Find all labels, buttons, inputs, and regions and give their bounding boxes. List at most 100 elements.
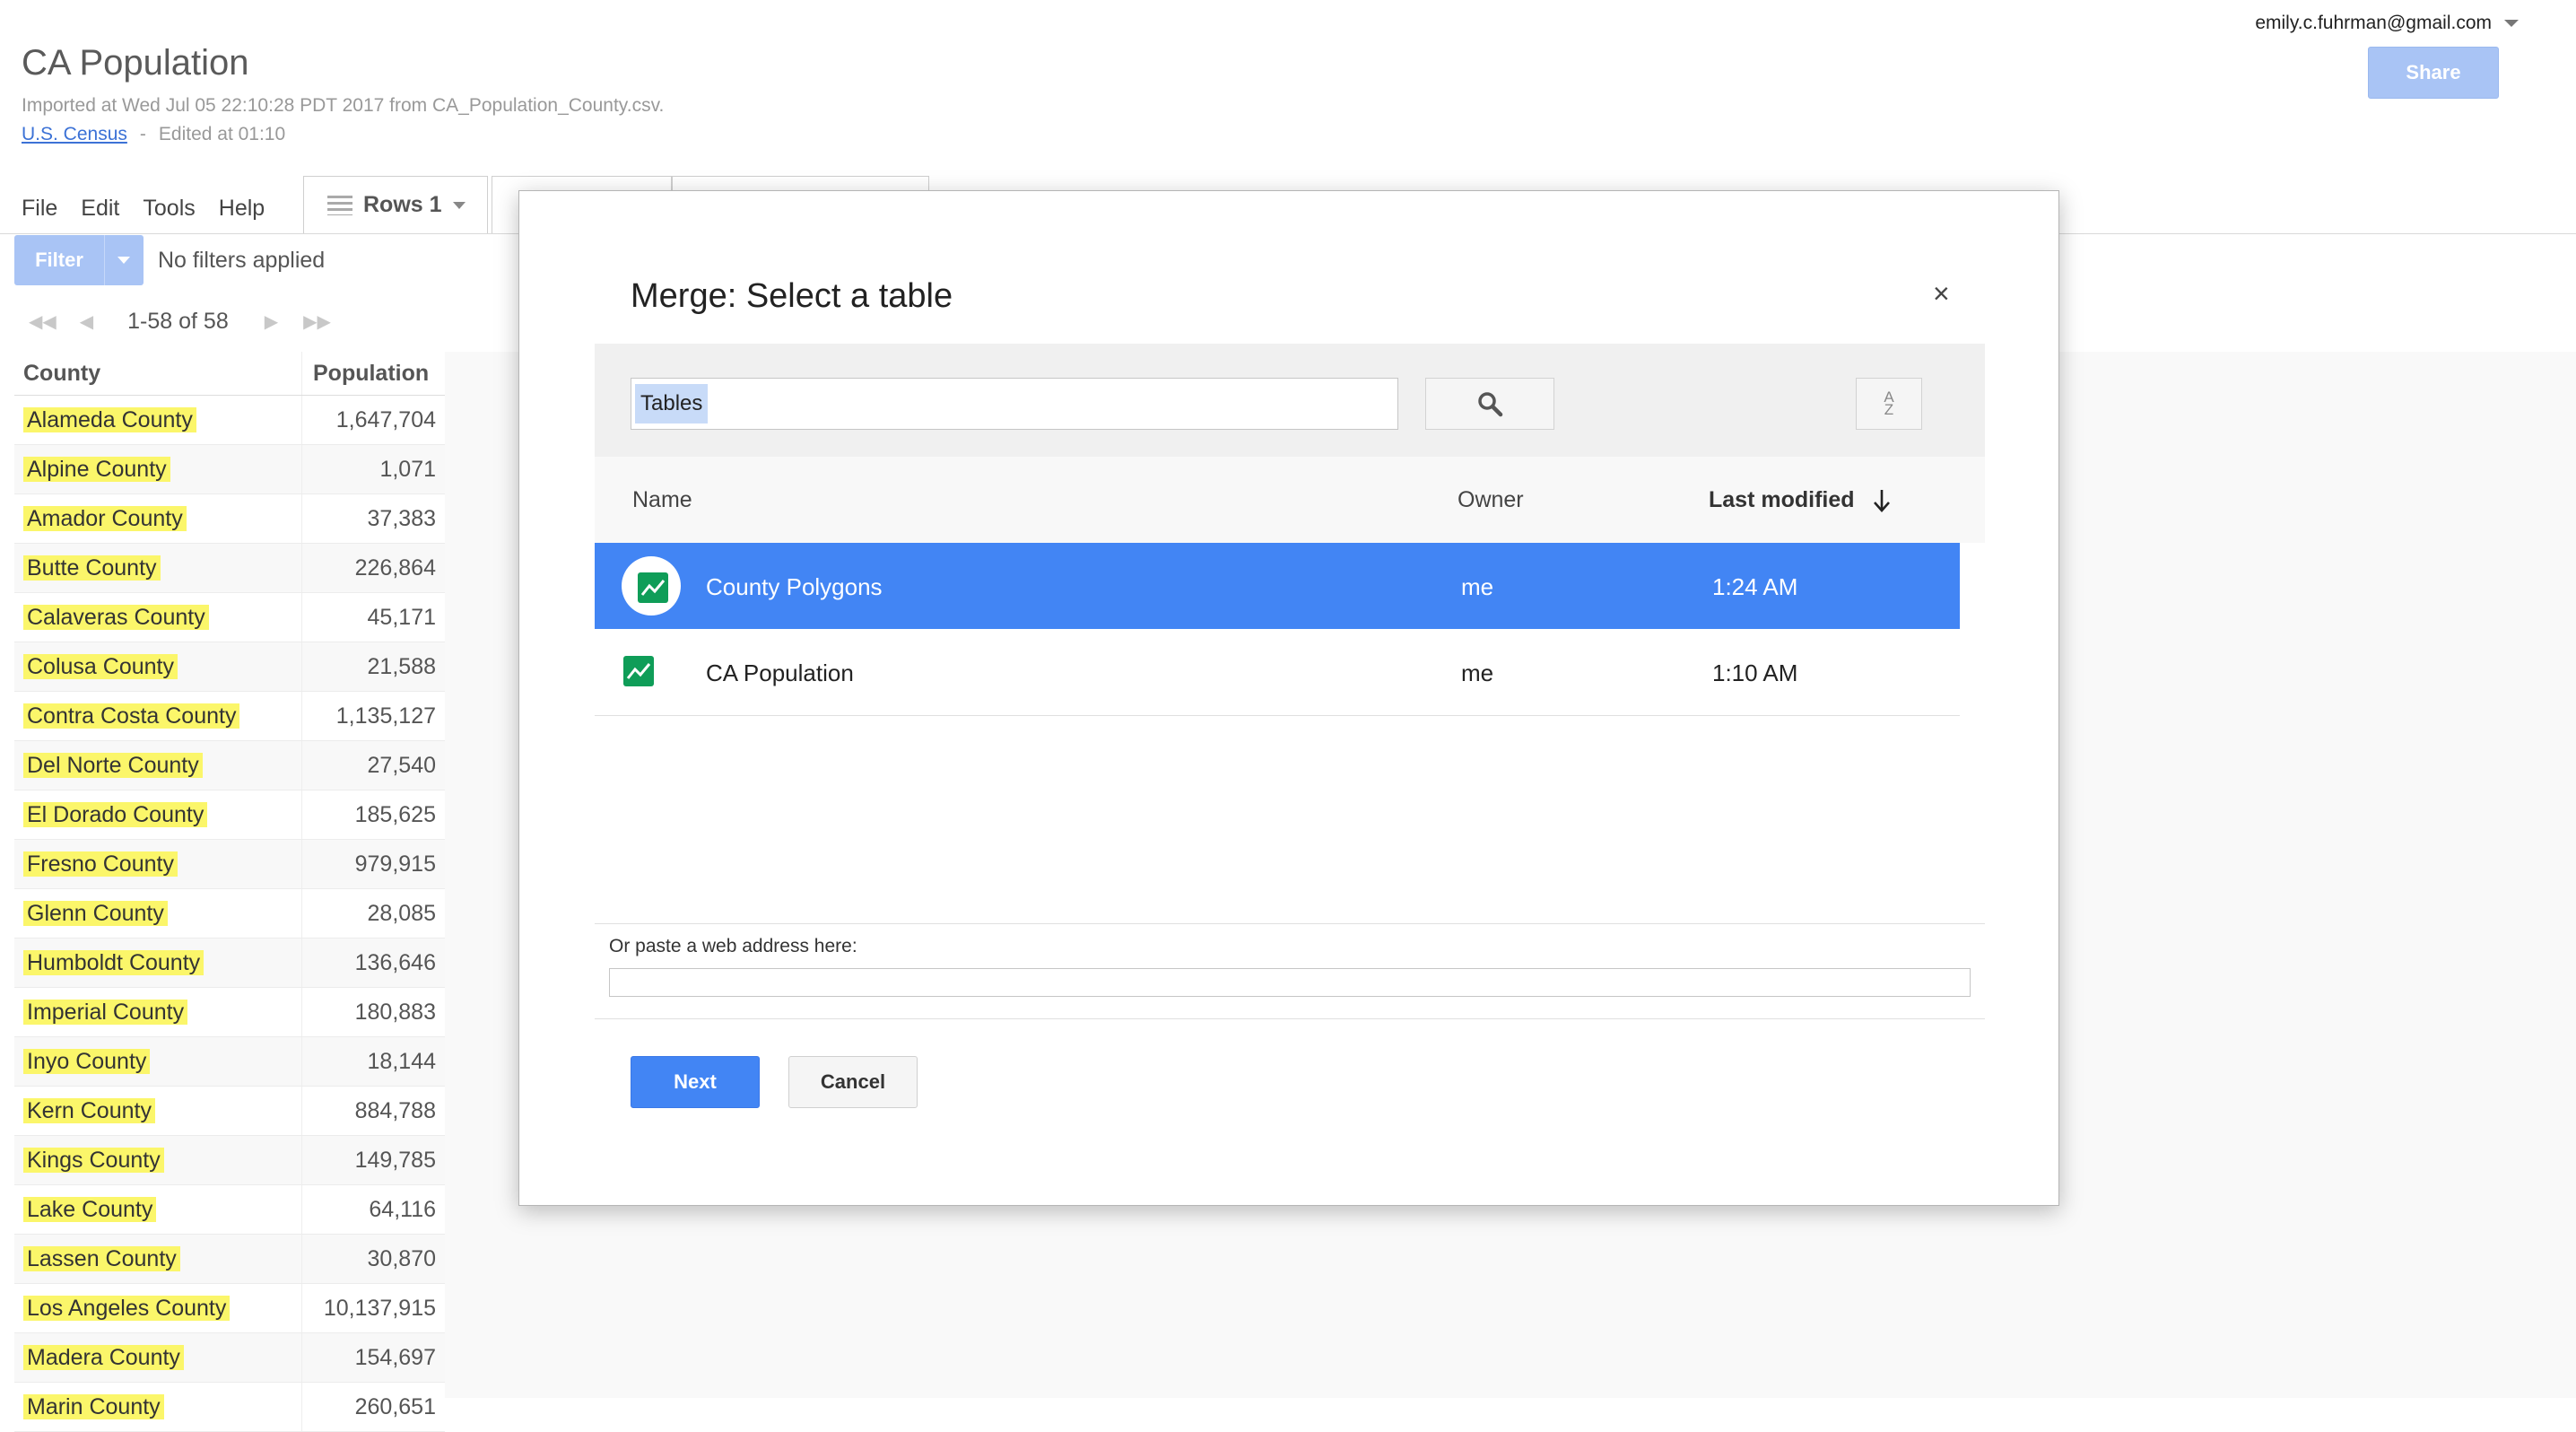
population-cell[interactable]: 10,137,915: [301, 1283, 445, 1333]
population-cell[interactable]: 37,383: [301, 493, 445, 544]
population-cell[interactable]: 1,135,127: [301, 691, 445, 741]
county-name: Contra Costa County: [23, 703, 240, 729]
county-name: Lake County: [23, 1196, 157, 1222]
county-cell[interactable]: Fresno County: [14, 839, 302, 889]
population-cell[interactable]: 28,085: [301, 888, 445, 939]
sort-az-icon: A Z: [1884, 389, 1894, 418]
table-row[interactable]: Humboldt County 136,646: [14, 938, 445, 988]
column-header-name[interactable]: Name: [632, 487, 692, 513]
county-cell[interactable]: Contra Costa County: [14, 691, 302, 741]
url-input[interactable]: [609, 968, 1971, 997]
population-cell[interactable]: 979,915: [301, 839, 445, 889]
table-row[interactable]: Los Angeles County 10,137,915: [14, 1283, 445, 1333]
population-cell[interactable]: 154,697: [301, 1332, 445, 1383]
population-cell[interactable]: 27,540: [301, 740, 445, 790]
county-cell[interactable]: Lake County: [14, 1184, 302, 1235]
county-cell[interactable]: Los Angeles County: [14, 1283, 302, 1333]
county-cell[interactable]: Madera County: [14, 1332, 302, 1383]
population-cell[interactable]: 884,788: [301, 1086, 445, 1136]
table-row[interactable]: Contra Costa County 1,135,127: [14, 691, 445, 741]
share-button[interactable]: Share: [2368, 47, 2499, 99]
sort-button[interactable]: A Z: [1856, 378, 1922, 430]
table-row[interactable]: Alpine County 1,071: [14, 444, 445, 494]
county-cell[interactable]: Imperial County: [14, 987, 302, 1037]
population-cell[interactable]: 30,870: [301, 1234, 445, 1284]
county-cell[interactable]: Kern County: [14, 1086, 302, 1136]
county-cell[interactable]: Alameda County: [14, 395, 302, 445]
dialog-title: Merge: Select a table: [631, 277, 953, 315]
population-cell[interactable]: 1,071: [301, 444, 445, 494]
last-page-icon[interactable]: ▶▶: [303, 310, 331, 333]
table-row[interactable]: Del Norte County 27,540: [14, 740, 445, 790]
next-button[interactable]: Next: [631, 1056, 760, 1108]
menu-file[interactable]: File: [22, 196, 57, 222]
tab-rows[interactable]: Rows 1: [303, 176, 488, 233]
county-cell[interactable]: Butte County: [14, 543, 302, 593]
county-cell[interactable]: Alpine County: [14, 444, 302, 494]
menu-tools[interactable]: Tools: [143, 196, 195, 222]
table-row[interactable]: Alameda County 1,647,704: [14, 395, 445, 445]
table-row[interactable]: Lake County 64,116: [14, 1184, 445, 1235]
search-button[interactable]: [1425, 378, 1554, 430]
column-header-owner[interactable]: Owner: [1458, 487, 1524, 513]
prev-page-icon[interactable]: ◀: [80, 310, 93, 333]
population-cell[interactable]: 260,651: [301, 1382, 445, 1432]
table-row[interactable]: El Dorado County 185,625: [14, 790, 445, 840]
county-cell[interactable]: El Dorado County: [14, 790, 302, 840]
table-row[interactable]: Madera County 154,697: [14, 1332, 445, 1383]
population-cell[interactable]: 64,116: [301, 1184, 445, 1235]
county-cell[interactable]: Calaveras County: [14, 592, 302, 642]
population-cell[interactable]: 136,646: [301, 938, 445, 988]
menu-help[interactable]: Help: [219, 196, 265, 222]
table-row[interactable]: Fresno County 979,915: [14, 839, 445, 889]
menu-edit[interactable]: Edit: [81, 196, 119, 222]
table-row[interactable]: Butte County 226,864: [14, 543, 445, 593]
county-cell[interactable]: Colusa County: [14, 642, 302, 692]
account-menu[interactable]: emily.c.fuhrman@gmail.com: [2255, 13, 2519, 34]
close-icon[interactable]: ×: [1933, 277, 1950, 310]
table-row[interactable]: Lassen County 30,870: [14, 1234, 445, 1284]
first-page-icon[interactable]: ◀◀: [29, 310, 57, 333]
county-cell[interactable]: Del Norte County: [14, 740, 302, 790]
county-cell[interactable]: Humboldt County: [14, 938, 302, 988]
county-name: Amador County: [23, 505, 187, 531]
table-row[interactable]: Marin County 260,651: [14, 1382, 445, 1432]
population-cell[interactable]: 149,785: [301, 1135, 445, 1185]
column-header-population[interactable]: Population: [301, 352, 445, 396]
county-cell[interactable]: Lassen County: [14, 1234, 302, 1284]
dialog-table-row[interactable]: County Polygons me 1:24 AM: [595, 543, 1960, 629]
county-cell[interactable]: Kings County: [14, 1135, 302, 1185]
table-row[interactable]: Inyo County 18,144: [14, 1036, 445, 1087]
table-row[interactable]: Amador County 37,383: [14, 493, 445, 544]
population-cell[interactable]: 226,864: [301, 543, 445, 593]
table-row[interactable]: Calaveras County 45,171: [14, 592, 445, 642]
table-row[interactable]: Glenn County 28,085: [14, 888, 445, 939]
population-cell[interactable]: 18,144: [301, 1036, 445, 1087]
column-header-modified[interactable]: Last modified: [1709, 487, 1893, 513]
column-header-county[interactable]: County: [14, 352, 302, 396]
search-input[interactable]: Tables: [631, 378, 1398, 430]
county-cell[interactable]: Marin County: [14, 1382, 302, 1432]
table-row[interactable]: Kings County 149,785: [14, 1135, 445, 1185]
divider: [595, 1018, 1985, 1019]
population-cell[interactable]: 45,171: [301, 592, 445, 642]
source-link[interactable]: U.S. Census: [22, 124, 127, 144]
county-cell[interactable]: Glenn County: [14, 888, 302, 939]
filter-button[interactable]: Filter: [14, 235, 144, 285]
table-row[interactable]: Imperial County 180,883: [14, 987, 445, 1037]
next-page-icon[interactable]: ▶: [265, 310, 278, 333]
county-cell[interactable]: Inyo County: [14, 1036, 302, 1087]
cancel-button[interactable]: Cancel: [788, 1056, 918, 1108]
population-cell[interactable]: 180,883: [301, 987, 445, 1037]
table-owner: me: [1461, 659, 1494, 686]
chevron-down-icon[interactable]: [117, 257, 130, 264]
population-cell[interactable]: 1,647,704: [301, 395, 445, 445]
population-cell[interactable]: 185,625: [301, 790, 445, 840]
rows-icon: [327, 195, 352, 215]
county-name: Inyo County: [23, 1048, 151, 1074]
population-cell[interactable]: 21,588: [301, 642, 445, 692]
table-row[interactable]: Colusa County 21,588: [14, 642, 445, 692]
dialog-table-row[interactable]: CA Population me 1:10 AM: [595, 629, 1960, 716]
county-cell[interactable]: Amador County: [14, 493, 302, 544]
table-row[interactable]: Kern County 884,788: [14, 1086, 445, 1136]
